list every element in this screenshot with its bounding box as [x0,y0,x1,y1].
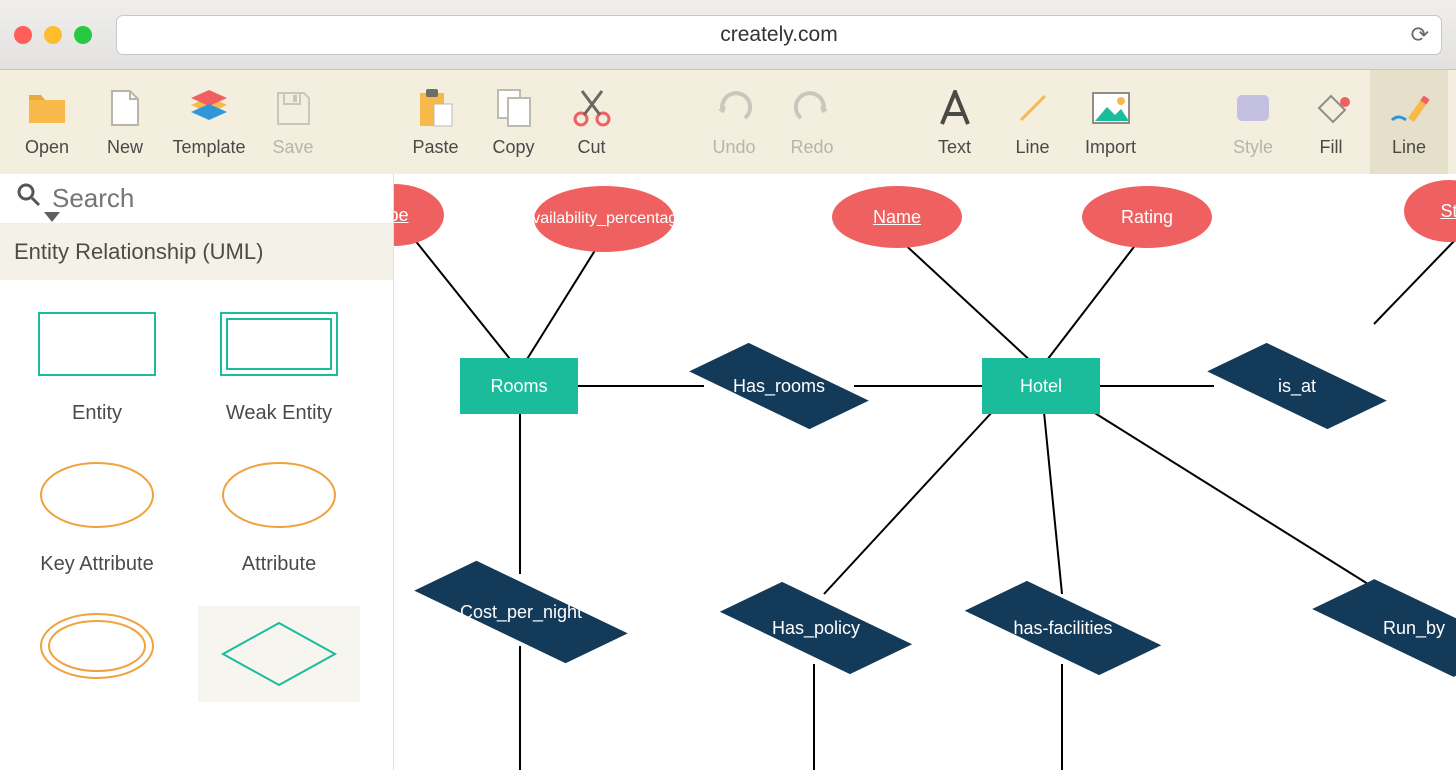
entity-hotel[interactable]: Hotel [982,358,1100,414]
scissors-icon [571,87,613,129]
save-button[interactable]: Save [254,70,332,174]
maximize-window-icon[interactable] [74,26,92,44]
import-button[interactable]: Import [1072,70,1150,174]
undo-button[interactable]: Undo [695,70,773,174]
search-row [0,174,393,224]
attribute-name[interactable]: Name [832,186,962,248]
folder-icon [26,87,68,129]
template-button[interactable]: Template [164,70,254,174]
connectors [394,174,1456,770]
attribute-rating[interactable]: Rating [1082,186,1212,248]
layers-icon [188,87,230,129]
new-button[interactable]: New [86,70,164,174]
shape-attribute[interactable]: Attribute [198,455,360,576]
reload-icon[interactable]: ⟳ [1411,22,1429,48]
style-button[interactable]: Style [1214,70,1292,174]
relationship-has-rooms[interactable]: Has_rooms [694,344,864,428]
search-input[interactable] [52,183,387,214]
relationship-cost-per-night[interactable]: Cost_per_night [414,568,628,656]
copy-icon [493,87,535,129]
search-icon[interactable] [16,182,42,215]
text-icon [934,87,976,129]
image-icon [1090,87,1132,129]
shape-sidebar: Entity Relationship (UML) Entity Weak En… [0,174,394,770]
diagram-canvas[interactable]: ype Availability_percentage Name Rating … [394,174,1456,770]
shape-multi-attribute[interactable] [16,606,178,702]
weak-entity-shape-icon [214,304,344,384]
shape-category-header[interactable]: Entity Relationship (UML) [0,224,393,280]
undo-icon [713,87,755,129]
window-controls [14,26,92,44]
redo-button[interactable]: Redo [773,70,851,174]
url-text: creately.com [720,23,837,47]
search-dropdown-icon[interactable] [44,212,60,222]
key-attribute-shape-icon [32,455,162,535]
fill-button[interactable]: Fill [1292,70,1370,174]
shapes-panel[interactable]: Entity Weak Entity Key Attribute Attribu… [0,280,393,770]
browser-bar: creately.com ⟳ [0,0,1456,70]
entity-rooms[interactable]: Rooms [460,358,578,414]
document-icon [104,87,146,129]
clipboard-icon [415,87,457,129]
line-tool-button[interactable]: Line [994,70,1072,174]
copy-button[interactable]: Copy [475,70,553,174]
close-window-icon[interactable] [14,26,32,44]
shape-weak-entity[interactable]: Weak Entity [198,304,360,425]
pencil-line-icon [1388,87,1430,129]
relationship-shape-icon [214,614,344,694]
attribute-availability[interactable]: Availability_percentage [534,186,674,252]
relationship-has-facilities[interactable]: has-facilities [968,584,1158,672]
shape-entity[interactable]: Entity [16,304,178,425]
open-button[interactable]: Open [8,70,86,174]
shape-relationship[interactable] [198,606,360,702]
save-icon [272,87,314,129]
line-style-button[interactable]: Line [1370,70,1448,174]
relationship-has-policy[interactable]: Has_policy [724,584,908,672]
redo-icon [791,87,833,129]
main-toolbar: Open New Template Save Paste [0,70,1456,174]
multi-attribute-shape-icon [32,606,162,686]
line-icon [1012,87,1054,129]
text-button[interactable]: Text [916,70,994,174]
relationship-is-at[interactable]: is_at [1212,344,1382,428]
minimize-window-icon[interactable] [44,26,62,44]
fill-icon [1310,87,1352,129]
style-icon [1232,87,1274,129]
address-bar[interactable]: creately.com ⟳ [116,15,1442,55]
shape-key-attribute[interactable]: Key Attribute [16,455,178,576]
attribute-shape-icon [214,455,344,535]
relationship-run-by[interactable]: Run_by [1314,584,1456,672]
paste-button[interactable]: Paste [397,70,475,174]
cut-button[interactable]: Cut [553,70,631,174]
entity-shape-icon [32,304,162,384]
